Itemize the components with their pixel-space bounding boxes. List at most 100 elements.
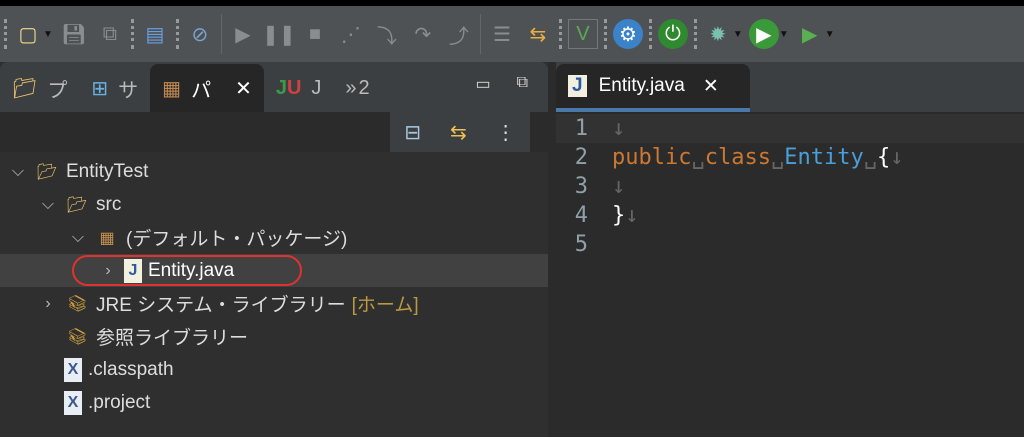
brace: { (876, 145, 891, 170)
package-explorer-icon: ▦ (162, 77, 182, 100)
debug-dropdown-icon[interactable]: ▼ (733, 29, 743, 40)
java-project-icon: 📂︎ (36, 163, 58, 181)
collapse-all-icon[interactable]: ⊟ (404, 120, 421, 145)
xml-file-icon: X (64, 357, 82, 382)
tree-item-jre[interactable]: › 📚︎ JRE システム・ライブラリー [ホーム] (0, 287, 548, 320)
brace: } (612, 203, 626, 228)
minimize-icon[interactable]: ▭ (475, 74, 490, 94)
tab-servers[interactable]: ⊞ サ (79, 64, 150, 112)
editor-area: J Entity.java ✕ 1 ↓ 2 public ␣ class ␣ Entity ␣{↓… (556, 62, 1024, 437)
tree-item-entity-java[interactable]: › J Entity.java (0, 254, 548, 287)
link-with-editor-icon[interactable]: ⇆ (450, 120, 467, 145)
toolbar-separator (648, 19, 652, 49)
toolbar-separator (130, 19, 134, 49)
jre-qualifier: [ホーム] (351, 295, 419, 316)
toolbar-divider (479, 14, 481, 54)
tree-item-label: (デフォルト・パッケージ) (126, 229, 348, 250)
tree-item-project[interactable]: ⌵ 📂︎ EntityTest (0, 155, 548, 188)
tree-item-referenced-libraries[interactable]: 📚︎ 参照ライブラリー (0, 320, 548, 353)
space-marker: ␣ (863, 145, 877, 170)
terminal-icon[interactable]: ▤ (140, 19, 170, 49)
newline-marker: ↓ (625, 203, 639, 228)
tab-junit[interactable]: JU J (264, 64, 334, 112)
tab-package-explorer[interactable]: ▦ パ ✕ (150, 64, 264, 112)
code-editor[interactable]: 1 ↓ 2 public ␣ class ␣ Entity ␣{↓ 3 ↓ 4} ↓ 5 (556, 112, 1024, 259)
package-explorer-panel: 📁︎ プ ⊞ サ ▦ パ ✕ JU J » 2 ▭ ⧉ ⊟ ⇆ ⋮ ⌵ 📂︎ EntityTest… (0, 62, 548, 437)
skip-breakpoints-icon[interactable]: ⊘ (185, 19, 215, 49)
tree-item-label: .project (88, 391, 151, 413)
code-line: 5 (556, 230, 1024, 259)
tree-item-label: src (96, 193, 122, 215)
chevron-down-icon[interactable]: ⌵ (38, 196, 58, 214)
toolbar-separator (603, 19, 607, 49)
view-toolbar: ⊟ ⇆ ⋮ (0, 112, 548, 152)
overflow-count: 2 (358, 76, 370, 99)
tab-project-explorer[interactable]: 📁︎ プ (0, 64, 79, 112)
line-number: 5 (574, 232, 588, 257)
coverage-icon[interactable]: ▶ (795, 19, 825, 49)
tree-item-label: .classpath (88, 358, 174, 380)
xml-file-icon: X (64, 390, 82, 415)
view-tab-bar: 📁︎ プ ⊞ サ ▦ パ ✕ JU J » 2 ▭ ⧉ (0, 62, 548, 112)
new-icon[interactable]: ▢ (13, 19, 43, 49)
toolbar-grip[interactable] (4, 19, 7, 49)
newline-marker: ↓ (612, 174, 626, 199)
tree-item-default-package[interactable]: ⌵ ▦ (デフォルト・パッケージ) (0, 221, 548, 254)
close-icon[interactable]: ✕ (703, 75, 719, 98)
drop-frame-icon[interactable]: ☰ (487, 19, 517, 49)
overflow-icon: » (345, 76, 357, 99)
tab-overflow[interactable]: » 2 (333, 64, 381, 112)
space-marker: ␣ (770, 145, 785, 170)
line-number: 3 (574, 174, 588, 199)
save-all-icon[interactable]: ⧉ (95, 19, 125, 49)
project-explorer-icon: 📁︎ (12, 77, 38, 100)
tree-item-label: EntityTest (66, 160, 149, 182)
use-step-filters-icon[interactable]: ⇆ (523, 19, 553, 49)
library-icon: 📚︎ (66, 295, 88, 313)
terminate-icon[interactable]: ■ (300, 19, 330, 49)
toggle-vim-icon[interactable]: V (567, 19, 598, 49)
tree-item-src[interactable]: ⌵ 📂︎ src (0, 188, 548, 221)
chevron-down-icon[interactable]: ⌵ (68, 229, 88, 247)
code-line: 4} ↓ (556, 201, 1024, 230)
suspend-icon[interactable]: ❚❚ (262, 19, 296, 49)
save-icon[interactable]: 💾︎ (59, 19, 89, 49)
class-name: Entity (784, 145, 864, 170)
tree-item-label: JRE システム・ライブラリー (96, 295, 346, 316)
main-toolbar: ▢ ▼ 💾︎ ⧉ ▤ ⊘ ▶ ❚❚ ■ ⋰ ⤵ ↷ ⤴ ☰ ⇆ V ⚙ ⏻ ✹ ▼ … (0, 6, 1024, 62)
run-dropdown-icon[interactable]: ▼ (779, 29, 789, 40)
tree-item-label: 参照ライブラリー (96, 328, 249, 349)
tab-entity-java[interactable]: J Entity.java ✕ (556, 64, 750, 112)
tree-item-project-file[interactable]: X .project (0, 386, 548, 419)
maximize-icon[interactable]: ⧉ (517, 74, 528, 94)
run-icon[interactable]: ▶ (748, 19, 779, 49)
newline-marker: ↓ (890, 145, 904, 170)
close-icon[interactable]: ✕ (235, 76, 252, 101)
coverage-dropdown-icon[interactable]: ▼ (825, 29, 835, 40)
toolbar-separator (175, 19, 179, 49)
spring-boot-icon[interactable]: ⏻ (657, 19, 688, 49)
line-number: 2 (574, 145, 588, 170)
disconnect-icon[interactable]: ⋰ (336, 19, 366, 49)
settings-icon[interactable]: ⚙ (612, 19, 643, 49)
tab-label: Entity.java (598, 75, 685, 96)
step-into-icon[interactable]: ⤵ (372, 19, 402, 49)
source-folder-icon: 📂︎ (66, 196, 88, 214)
tab-label: サ (118, 79, 139, 102)
view-menu-icon[interactable]: ⋮ (496, 120, 516, 145)
chevron-down-icon[interactable]: ⌵ (8, 163, 28, 181)
tab-label: プ (47, 79, 68, 102)
debug-icon[interactable]: ✹ (703, 19, 733, 49)
tree-item-classpath[interactable]: X .classpath (0, 353, 548, 386)
step-over-icon[interactable]: ↷ (408, 19, 438, 49)
step-return-icon[interactable]: ⤴ (444, 19, 474, 49)
java-file-icon: J (568, 75, 587, 97)
highlight-annotation (72, 255, 302, 286)
tab-label: パ (191, 79, 212, 102)
resume-icon[interactable]: ▶ (228, 19, 258, 49)
chevron-right-icon[interactable]: › (38, 295, 58, 313)
toolbar-separator (693, 19, 697, 49)
newline-marker: ↓ (612, 116, 626, 141)
new-dropdown-icon[interactable]: ▼ (43, 29, 53, 40)
code-line: 1 ↓ (556, 114, 1024, 143)
